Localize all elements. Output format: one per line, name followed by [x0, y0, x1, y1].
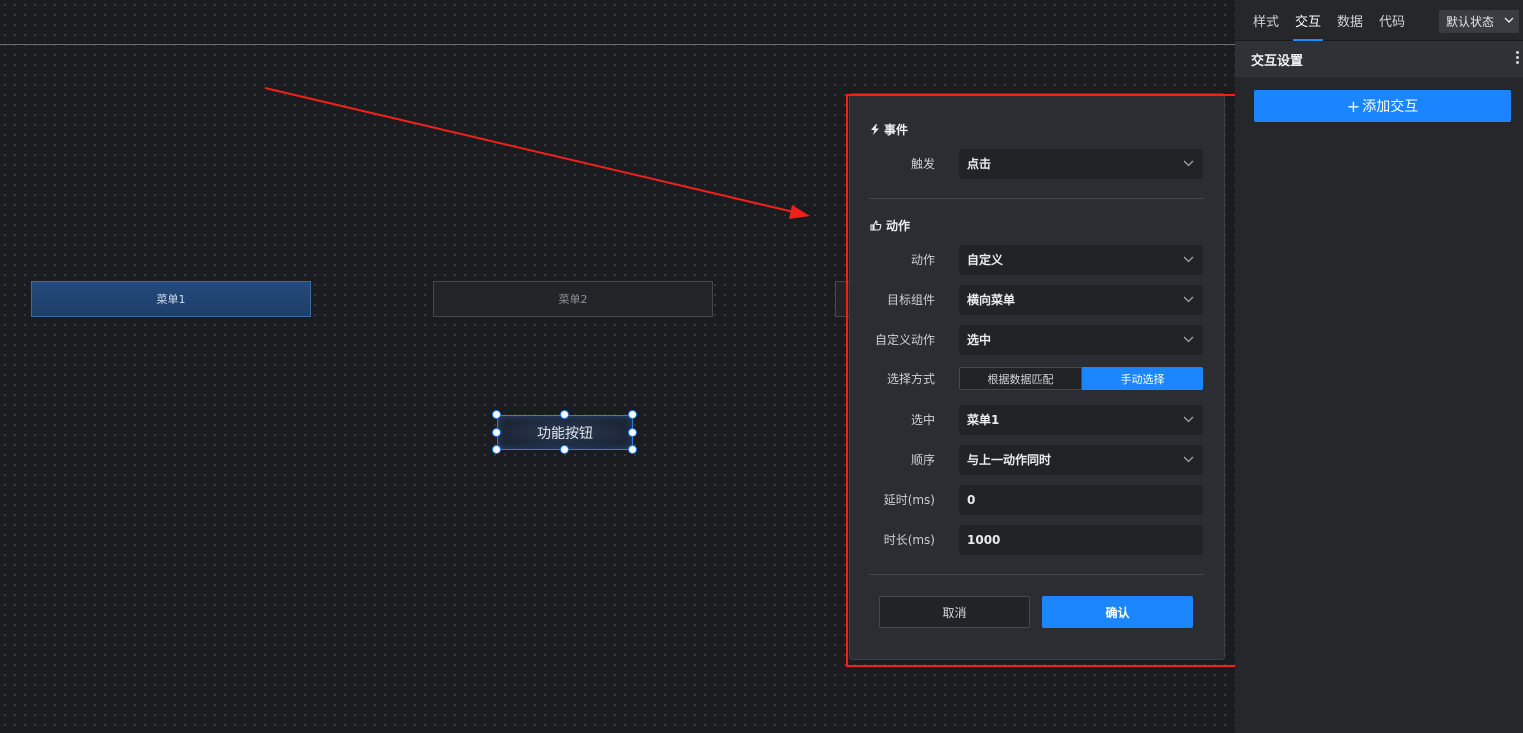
chevron-down-icon — [1183, 336, 1194, 343]
action-row: 动作 自定义 — [850, 245, 1226, 275]
confirm-button[interactable]: 确认 — [1042, 596, 1193, 628]
target-component-label: 目标组件 — [886, 293, 935, 307]
add-interaction-label: 添加交互 — [1362, 99, 1419, 115]
lightning-icon — [871, 124, 879, 135]
chevron-down-icon — [1504, 17, 1514, 23]
order-select[interactable]: 与上一动作同时 — [959, 445, 1203, 475]
duration-label: 时长(ms) — [883, 533, 935, 547]
divider — [869, 574, 1204, 575]
tab-code[interactable]: 代码 — [1379, 0, 1405, 41]
action-label: 动作 — [910, 253, 935, 267]
event-title-text: 事件 — [884, 123, 909, 137]
divider — [869, 198, 1204, 199]
trigger-select[interactable]: 点击 — [959, 149, 1203, 179]
tab-style[interactable]: 样式 — [1253, 0, 1279, 41]
order-label: 顺序 — [910, 453, 935, 467]
delay-input[interactable]: 0 — [959, 485, 1203, 515]
target-component-row: 目标组件 横向菜单 — [850, 285, 1226, 315]
state-select-value: 默认状态 — [1446, 15, 1495, 29]
select-mode-option-manual[interactable]: 手动选择 — [1082, 367, 1203, 390]
hand-icon — [870, 220, 882, 231]
add-interaction-button[interactable]: + 添加交互 — [1254, 90, 1511, 122]
selected-row: 选中 菜单1 — [850, 405, 1226, 435]
action-select[interactable]: 自定义 — [959, 245, 1203, 275]
trigger-label: 触发 — [910, 157, 935, 171]
target-component-select[interactable]: 横向菜单 — [959, 285, 1203, 315]
event-group-title: 事件 — [870, 121, 908, 138]
section-title: 交互设置 — [1251, 53, 1304, 69]
select-mode-option-data-match[interactable]: 根据数据匹配 — [959, 367, 1082, 390]
tab-interaction[interactable]: 交互 — [1293, 0, 1324, 41]
delay-label: 延时(ms) — [883, 493, 935, 507]
duration-row: 时长(ms) 1000 — [850, 525, 1226, 555]
state-select[interactable]: 默认状态 — [1439, 10, 1519, 33]
properties-panel: 样式 交互 数据 代码 默认状态 交互设置 + 添加交互 — [1235, 0, 1523, 733]
tab-data[interactable]: 数据 — [1337, 0, 1363, 41]
selected-label: 选中 — [910, 413, 935, 427]
action-title-text: 动作 — [886, 219, 911, 233]
order-value: 与上一动作同时 — [967, 453, 1052, 467]
chevron-down-icon — [1183, 160, 1194, 167]
action-value: 自定义 — [967, 253, 1004, 267]
target-component-value: 横向菜单 — [967, 293, 1016, 307]
order-row: 顺序 与上一动作同时 — [850, 445, 1226, 475]
trigger-value: 点击 — [967, 157, 992, 171]
select-mode-segmented: 根据数据匹配 手动选择 — [959, 367, 1203, 390]
chevron-down-icon — [1183, 456, 1194, 463]
cancel-button[interactable]: 取消 — [879, 596, 1030, 628]
chevron-down-icon — [1183, 256, 1194, 263]
more-vertical-icon[interactable] — [1516, 51, 1520, 67]
select-mode-row: 选择方式 根据数据匹配 手动选择 — [850, 366, 1226, 396]
custom-action-row: 自定义动作 选中 — [850, 325, 1226, 355]
chevron-down-icon — [1183, 416, 1194, 423]
custom-action-select[interactable]: 选中 — [959, 325, 1203, 355]
interaction-dialog: 事件 触发 点击 动作 动作 自定义 目标组件 横向菜单 自定义动作 选中 选择… — [849, 93, 1225, 660]
trigger-row: 触发 点击 — [850, 149, 1226, 179]
custom-action-value: 选中 — [967, 333, 992, 347]
action-group-title: 动作 — [870, 217, 910, 234]
chevron-down-icon — [1183, 296, 1194, 303]
delay-row: 延时(ms) 0 — [850, 485, 1226, 515]
panel-tabs: 样式 交互 数据 代码 默认状态 — [1235, 0, 1523, 41]
select-mode-label: 选择方式 — [886, 372, 935, 386]
selected-value: 菜单1 — [967, 413, 1000, 427]
interaction-settings-header: 交互设置 — [1235, 41, 1523, 77]
custom-action-label: 自定义动作 — [874, 333, 935, 347]
duration-input[interactable]: 1000 — [959, 525, 1203, 555]
plus-icon: + — [1346, 96, 1361, 116]
selected-select[interactable]: 菜单1 — [959, 405, 1203, 435]
